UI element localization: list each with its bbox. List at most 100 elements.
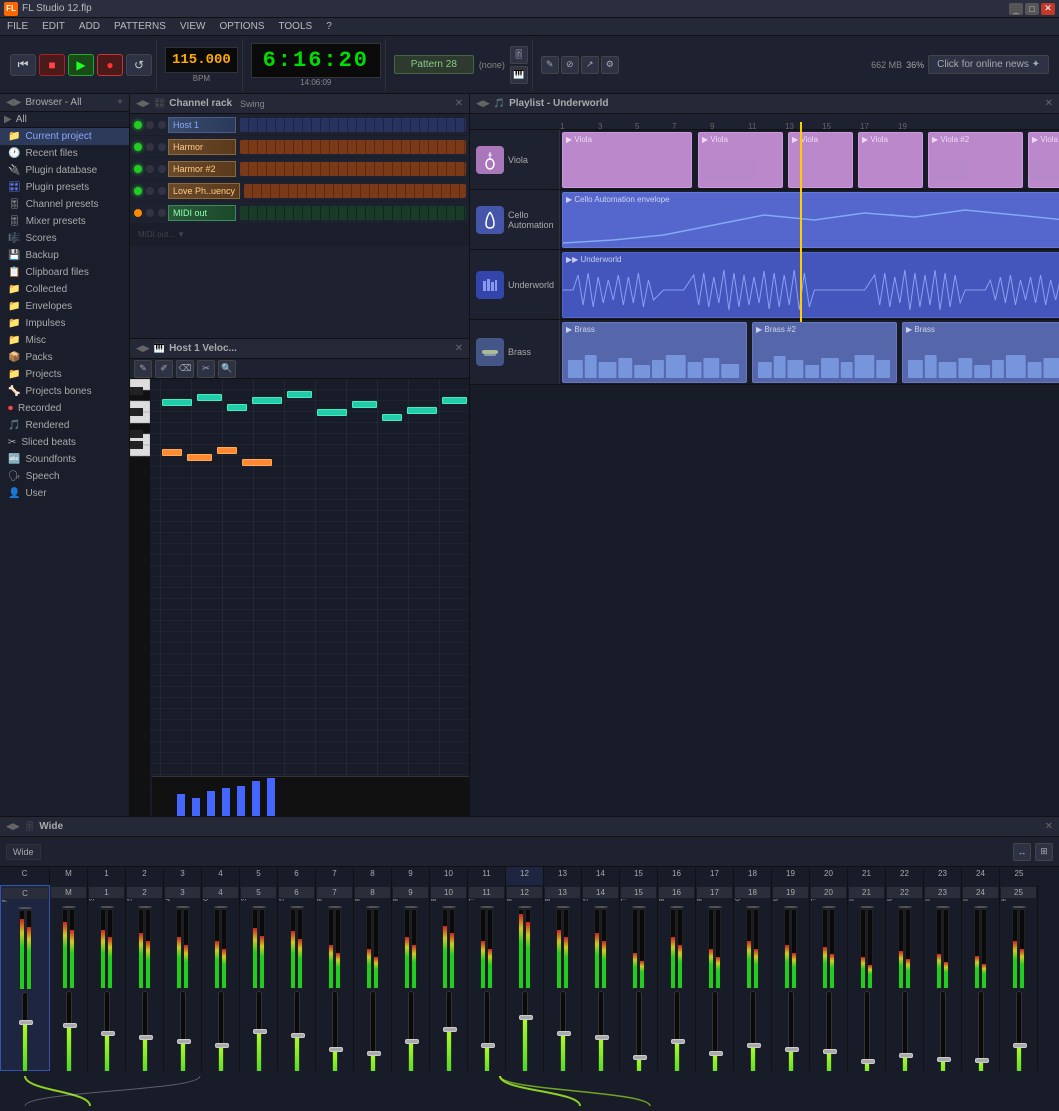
playlist-chevrons[interactable]: ◀▶: [476, 98, 490, 109]
mixer-fader-knob-12[interactable]: [519, 1015, 533, 1020]
mixer-fader-knob-15[interactable]: [633, 1055, 647, 1060]
mixer-fader-track-13[interactable]: [560, 991, 566, 1071]
viola-clip-4[interactable]: ▶ Viola: [858, 132, 923, 188]
mixer-fader-knob-23[interactable]: [937, 1057, 951, 1062]
mixer-knob-C[interactable]: [18, 907, 32, 909]
mixer-knob-9[interactable]: [404, 906, 418, 908]
channel-led-2[interactable]: [146, 165, 154, 173]
mixer-fader-track-14[interactable]: [598, 991, 604, 1071]
mixer-channel-23[interactable]: 23 Insert 2...: [924, 885, 962, 1071]
channel-led-2[interactable]: [146, 143, 154, 151]
mixer-channel-15[interactable]: 15 Thingness: [620, 885, 658, 1071]
browser-item-soundfonts[interactable]: 🔤 Soundfonts: [0, 451, 129, 468]
browser-add-icon[interactable]: +: [117, 97, 123, 108]
mixer-channel-C[interactable]: C Master: [0, 885, 50, 1071]
underworld-clip-1[interactable]: ▶▶ Underworld: [562, 252, 1059, 318]
browser-item-plugin-presets[interactable]: 🎛 Plugin presets: [0, 179, 129, 196]
bpm-display[interactable]: 115.000: [165, 47, 238, 73]
channel-led-2[interactable]: [146, 121, 154, 129]
tool-2[interactable]: ⊘: [561, 56, 579, 74]
tool-4[interactable]: ⚙: [601, 56, 619, 74]
mixer-knob-20[interactable]: [822, 906, 836, 908]
mixer-channel-19[interactable]: 19 Undersound: [772, 885, 810, 1071]
mixer-header-arrows[interactable]: ◀▶: [6, 821, 20, 832]
menu-patterns[interactable]: PATTERNS: [111, 21, 169, 32]
mixer-fader-track-25[interactable]: [1016, 991, 1022, 1071]
mixer-fader-track-24[interactable]: [978, 991, 984, 1071]
channel-led[interactable]: [134, 165, 142, 173]
mixer-knob-12[interactable]: [518, 906, 532, 908]
playlist-close[interactable]: ✕: [1045, 98, 1053, 109]
browser-item-misc[interactable]: 📁 Misc: [0, 332, 129, 349]
pr-note[interactable]: [227, 404, 247, 411]
mixer-knob-15[interactable]: [632, 906, 646, 908]
browser-chevron[interactable]: ▶: [4, 114, 12, 125]
mixer-channel-17[interactable]: 17 Percussi...: [696, 885, 734, 1071]
track-viola-area[interactable]: ▶ Viola ▶ Viola ▶ Viola ▶ Viola ▶ Viola …: [560, 130, 1059, 189]
mixer-knob-17[interactable]: [708, 906, 722, 908]
mixer-tool-2[interactable]: ⊞: [1035, 843, 1053, 861]
track-underworld-area[interactable]: ▶▶ Underworld: [560, 250, 1059, 319]
mixer-knob-25[interactable]: [1012, 906, 1026, 908]
browser-item-sliced[interactable]: ✂ Sliced beats: [0, 434, 129, 451]
browser-item-envelopes[interactable]: 📁 Envelopes: [0, 298, 129, 315]
browser-item-mixer-presets[interactable]: 🎚 Mixer presets: [0, 213, 129, 230]
browser-item-impulses[interactable]: 📁 Impulses: [0, 315, 129, 332]
pr-zoom-tool[interactable]: 🔍: [218, 360, 236, 378]
mixer-knob-11[interactable]: [480, 906, 494, 908]
mixer-fader-knob-16[interactable]: [671, 1039, 685, 1044]
prev-button[interactable]: ⏮: [10, 54, 36, 76]
mixer-fader-knob-3[interactable]: [177, 1039, 191, 1044]
mixer-channel-M[interactable]: M: [50, 885, 88, 1071]
mixer-channel-7[interactable]: 7 Percussion: [316, 885, 354, 1071]
channel-led[interactable]: [134, 143, 142, 151]
mixer-fader-knob-1[interactable]: [101, 1031, 115, 1036]
mixer-fader-track-17[interactable]: [712, 991, 718, 1071]
mixer-icon[interactable]: 🎚: [510, 46, 528, 64]
mixer-knob-M[interactable]: [62, 906, 76, 908]
mixer-knob-2[interactable]: [138, 906, 152, 908]
pattern-selector[interactable]: Pattern 28: [394, 55, 474, 74]
pr-note[interactable]: [287, 391, 312, 398]
pr-note[interactable]: [242, 459, 272, 466]
mixer-fader-track-10[interactable]: [446, 991, 452, 1071]
pr-note[interactable]: [382, 414, 402, 421]
mixer-fader-track-M[interactable]: [66, 991, 72, 1071]
pr-cut-tool[interactable]: ✂: [197, 360, 215, 378]
browser-item-plugin-db[interactable]: 🔌 Plugin database: [0, 162, 129, 179]
mixer-knob-5[interactable]: [252, 906, 266, 908]
record-button[interactable]: ●: [97, 54, 123, 76]
mixer-knob-24[interactable]: [974, 906, 988, 908]
mixer-fader-knob-22[interactable]: [899, 1053, 913, 1058]
mixer-fader-knob-11[interactable]: [481, 1043, 495, 1048]
mixer-channel-12[interactable]: 12 Piano: [506, 885, 544, 1071]
mixer-channel-14[interactable]: 14 Strings: [582, 885, 620, 1071]
news-button[interactable]: Click for online news ✦: [928, 55, 1049, 74]
mixer-channel-16[interactable]: 16 Bass Drum 2: [658, 885, 696, 1071]
mixer-fader-track-23[interactable]: [940, 991, 946, 1071]
pr-note[interactable]: [407, 407, 437, 414]
mixer-channel-6[interactable]: 6 String Section: [278, 885, 316, 1071]
mixer-channel-10[interactable]: 10 Bass Drum: [430, 885, 468, 1071]
close-button[interactable]: ✕: [1041, 3, 1055, 15]
browser-item-backup[interactable]: 💾 Backup: [0, 247, 129, 264]
mixer-fader-track-6[interactable]: [294, 991, 300, 1071]
mixer-knob-22[interactable]: [898, 906, 912, 908]
mixer-fader-knob-10[interactable]: [443, 1027, 457, 1032]
browser-item-packs[interactable]: 📦 Packs: [0, 349, 129, 366]
track-cello-area[interactable]: ▶ Cello Automation envelope: [560, 190, 1059, 249]
channel-led-3[interactable]: [158, 143, 166, 151]
channel-led-2[interactable]: [146, 209, 154, 217]
pr-note[interactable]: [162, 449, 182, 456]
mixer-channel-11[interactable]: 11 Trumpets: [468, 885, 506, 1071]
mixer-fader-track-16[interactable]: [674, 991, 680, 1071]
tool-3[interactable]: ↗: [581, 56, 599, 74]
channel-led-3[interactable]: [158, 121, 166, 129]
mixer-fader-track-11[interactable]: [484, 991, 490, 1071]
mixer-channel-21[interactable]: 21 Invisible: [848, 885, 886, 1071]
channel-led[interactable]: [134, 121, 142, 129]
mixer-knob-14[interactable]: [594, 906, 608, 908]
mixer-knob-10[interactable]: [442, 906, 456, 908]
mixer-fader-knob-4[interactable]: [215, 1043, 229, 1048]
pr-note[interactable]: [187, 454, 212, 461]
